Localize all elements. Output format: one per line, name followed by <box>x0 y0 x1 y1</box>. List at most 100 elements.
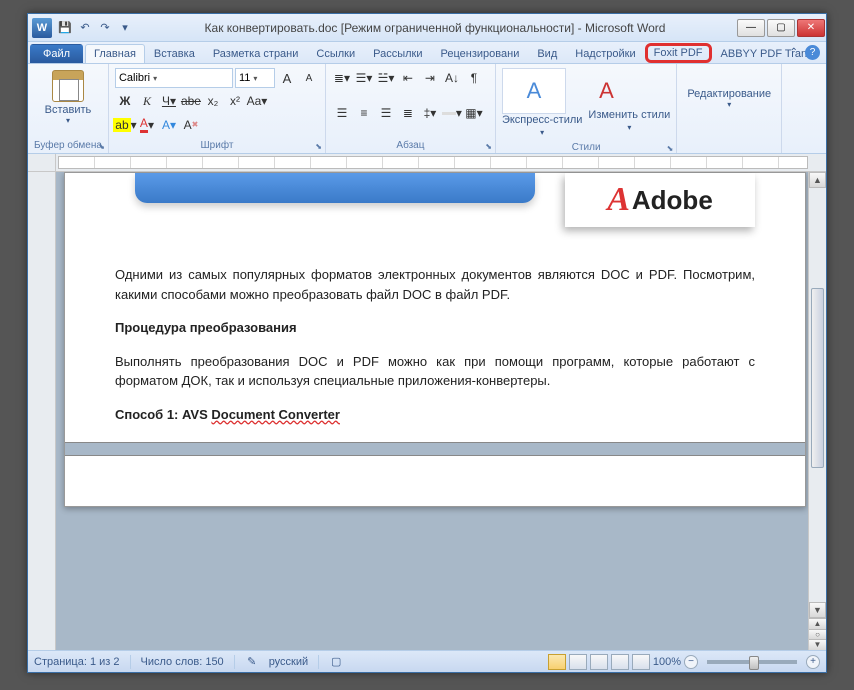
show-marks-button[interactable]: ¶ <box>464 68 484 88</box>
zoom-slider[interactable] <box>707 660 797 664</box>
tab-foxit-pdf[interactable]: Foxit PDF <box>645 43 712 63</box>
tab-review[interactable]: Рецензировани <box>432 44 529 63</box>
clipboard-launcher-icon[interactable]: ⬊ <box>98 142 105 151</box>
proofing-icon[interactable]: ✎ <box>245 655 259 669</box>
superscript-button[interactable]: x² <box>225 91 245 111</box>
scroll-track[interactable] <box>809 188 826 602</box>
tab-insert[interactable]: Вставка <box>145 44 204 63</box>
underline-button[interactable]: Ч▾ <box>159 91 179 111</box>
shrink-font-icon[interactable]: A <box>299 68 319 88</box>
ribbon: Вставить ▾ Буфер обмена⬊ Calibri▾ 11▾ A … <box>28 64 826 154</box>
increase-indent-button[interactable]: ⇥ <box>420 68 440 88</box>
save-icon[interactable]: 💾 <box>56 19 74 37</box>
browse-object-button[interactable]: ○ <box>809 629 826 640</box>
close-button[interactable]: ✕ <box>797 19 825 37</box>
outline-view-button[interactable] <box>611 654 629 670</box>
tab-mailings[interactable]: Рассылки <box>364 44 431 63</box>
window-title: Как конвертировать.doc [Режим ограниченн… <box>134 21 736 35</box>
group-clipboard: Вставить ▾ Буфер обмена⬊ <box>28 64 109 153</box>
doc-heading-method1: Способ 1: AVS Document Converter <box>115 405 755 425</box>
sort-button[interactable]: A↓ <box>442 68 462 88</box>
font-label: Шрифт⬊ <box>115 140 319 151</box>
scroll-thumb[interactable] <box>811 288 824 468</box>
draft-view-button[interactable] <box>632 654 650 670</box>
editing-button[interactable]: Редактирование ▾ <box>683 68 775 128</box>
multilevel-button[interactable]: ☱▾ <box>376 68 396 88</box>
zoom-out-button[interactable]: − <box>684 655 698 669</box>
strike-button[interactable]: abe <box>181 91 201 111</box>
highlight-button[interactable]: ab▾ <box>115 115 135 135</box>
subscript-button[interactable]: x₂ <box>203 91 223 111</box>
paste-icon <box>52 70 84 102</box>
styles-launcher-icon[interactable]: ⬊ <box>667 144 674 153</box>
justify-button[interactable]: ≣ <box>398 103 418 123</box>
font-size-combo[interactable]: 11▾ <box>235 68 275 88</box>
bold-button[interactable]: Ж <box>115 91 135 111</box>
page-break <box>65 442 805 456</box>
titlebar: W 💾 ↶ ↷ ▾ Как конвертировать.doc [Режим … <box>28 14 826 42</box>
status-language[interactable]: русский <box>269 656 308 668</box>
web-layout-view-button[interactable] <box>590 654 608 670</box>
clear-format-button[interactable]: A✖ <box>181 115 201 135</box>
qat-more-icon[interactable]: ▾ <box>116 19 134 37</box>
horizontal-ruler[interactable] <box>58 156 808 169</box>
line-spacing-button[interactable]: ‡▾ <box>420 103 440 123</box>
paste-button[interactable]: Вставить ▾ <box>34 68 102 127</box>
ribbon-tabs: Файл Главная Вставка Разметка страни Ссы… <box>28 42 826 64</box>
tab-view[interactable]: Вид <box>528 44 566 63</box>
prev-page-button[interactable]: ▲ <box>809 618 826 629</box>
help-icon[interactable]: ? <box>805 45 820 60</box>
print-layout-view-button[interactable] <box>548 654 566 670</box>
change-styles-button[interactable]: A Изменить стили▾ <box>588 73 670 133</box>
borders-button[interactable]: ▦▾ <box>464 103 484 123</box>
macro-record-icon[interactable]: ▢ <box>329 655 343 669</box>
bullets-button[interactable]: ≣▾ <box>332 68 352 88</box>
doc-heading-procedure: Процедура преобразования <box>115 318 755 338</box>
status-page[interactable]: Страница: 1 из 2 <box>34 656 120 668</box>
maximize-button[interactable]: ▢ <box>767 19 795 37</box>
shading-button[interactable]: ▾ <box>442 103 462 123</box>
font-name-combo[interactable]: Calibri▾ <box>115 68 233 88</box>
paragraph-launcher-icon[interactable]: ⬊ <box>485 142 492 151</box>
doc-paragraph-2: Выполнять преобразования DOC и PDF можно… <box>115 352 755 391</box>
header-graphic-bar <box>135 173 535 203</box>
minimize-button[interactable]: — <box>737 19 765 37</box>
decrease-indent-button[interactable]: ⇤ <box>398 68 418 88</box>
tab-home[interactable]: Главная <box>85 44 145 63</box>
zoom-level[interactable]: 100% <box>653 656 681 668</box>
tab-addins[interactable]: Надстройки <box>566 44 644 63</box>
zoom-in-button[interactable]: + <box>806 655 820 669</box>
font-color-button[interactable]: A▾ <box>137 115 157 135</box>
italic-button[interactable]: К <box>137 91 157 111</box>
document-area: AAdobe Одними из самых популярных формат… <box>28 172 826 650</box>
minimize-ribbon-icon[interactable]: ⌃ <box>790 47 798 58</box>
styles-gallery-icon: A <box>502 68 566 114</box>
tab-references[interactable]: Ссылки <box>307 44 364 63</box>
status-word-count[interactable]: Число слов: 150 <box>141 656 224 668</box>
editing-label <box>683 140 775 151</box>
redo-icon[interactable]: ↷ <box>96 19 114 37</box>
text-effects-button[interactable]: A▾ <box>159 115 179 135</box>
group-editing: Редактирование ▾ <box>677 64 782 153</box>
next-page-button[interactable]: ▼ <box>809 639 826 650</box>
group-styles: A Экспресс-стили▾ A Изменить стили▾ Стил… <box>496 64 677 153</box>
quick-styles-button[interactable]: A Экспресс-стили▾ <box>502 68 582 138</box>
grow-font-icon[interactable]: A <box>277 68 297 88</box>
align-right-button[interactable]: ☰ <box>376 103 396 123</box>
fullscreen-view-button[interactable] <box>569 654 587 670</box>
vertical-ruler[interactable] <box>28 172 56 650</box>
page-viewport[interactable]: AAdobe Одними из самых популярных формат… <box>56 172 808 650</box>
align-center-button[interactable]: ≡ <box>354 103 374 123</box>
paragraph-label: Абзац⬊ <box>332 140 489 151</box>
scroll-up-icon[interactable]: ▲ <box>809 172 826 188</box>
align-left-button[interactable]: ☰ <box>332 103 352 123</box>
scroll-down-icon[interactable]: ▼ <box>809 602 826 618</box>
font-launcher-icon[interactable]: ⬊ <box>315 142 322 151</box>
tab-layout[interactable]: Разметка страни <box>204 44 308 63</box>
undo-icon[interactable]: ↶ <box>76 19 94 37</box>
change-case-button[interactable]: Aa▾ <box>247 91 267 111</box>
tab-file[interactable]: Файл <box>30 44 83 63</box>
numbering-button[interactable]: ☰▾ <box>354 68 374 88</box>
horizontal-ruler-area <box>28 154 826 172</box>
styles-label: Стили⬊ <box>502 142 670 153</box>
